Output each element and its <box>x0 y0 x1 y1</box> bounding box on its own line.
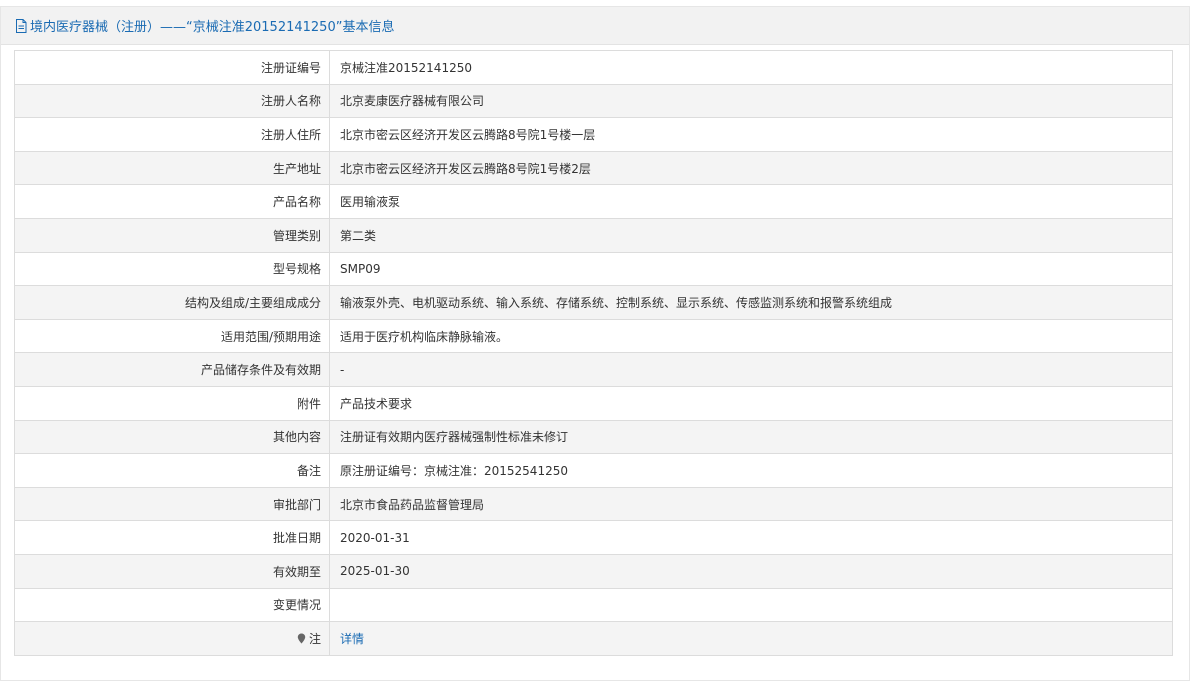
document-icon <box>15 18 27 33</box>
table-row: 注册证编号 京械注准20152141250 <box>14 50 1173 85</box>
table-row: 变更情况 <box>14 587 1173 623</box>
row-value: 输液泵外壳、电机驱动系统、输入系统、存储系统、控制系统、显示系统、传感监测系统和… <box>329 285 1173 320</box>
table-row: 备注 原注册证编号：京械注准：20152541250 <box>14 453 1173 488</box>
row-value: - <box>329 352 1173 387</box>
table-row: 附件 产品技术要求 <box>14 385 1173 421</box>
row-label: 型号规格 <box>14 251 330 287</box>
row-label: 附件 <box>14 385 330 421</box>
row-value: 注册证有效期内医疗器械强制性标准未修订 <box>329 419 1173 455</box>
panel-header: 境内医疗器械（注册）——“京械注准20152141250”基本信息 <box>1 7 1189 45</box>
row-value: 北京麦康医疗器械有限公司 <box>329 83 1173 119</box>
row-value: 产品技术要求 <box>329 385 1173 421</box>
row-label: 备注 <box>14 453 330 488</box>
row-value <box>329 587 1173 623</box>
table-row: 有效期至 2025-01-30 <box>14 553 1173 589</box>
table-row: 审批部门 北京市食品药品监督管理局 <box>14 486 1173 522</box>
table-row: 其他内容 注册证有效期内医疗器械强制性标准未修订 <box>14 419 1173 455</box>
row-label: 注册人住所 <box>14 117 330 152</box>
row-value: 医用输液泵 <box>329 184 1173 219</box>
table-row: 产品名称 医用输液泵 <box>14 184 1173 219</box>
table-row: 注册人住所 北京市密云区经济开发区云腾路8号院1号楼一层 <box>14 117 1173 152</box>
row-label: 注 <box>308 631 321 646</box>
table-row: 结构及组成/主要组成成分 输液泵外壳、电机驱动系统、输入系统、存储系统、控制系统… <box>14 285 1173 320</box>
table-row: 注 详情 <box>14 621 1173 656</box>
table-row: 注册人名称 北京麦康医疗器械有限公司 <box>14 83 1173 119</box>
row-value: 第二类 <box>329 217 1173 253</box>
row-label: 生产地址 <box>14 150 330 186</box>
row-label: 适用范围/预期用途 <box>14 318 330 354</box>
details-link[interactable]: 详情 <box>340 632 364 646</box>
row-value: 原注册证编号：京械注准：20152541250 <box>329 453 1173 488</box>
row-label: 其他内容 <box>14 419 330 455</box>
row-label: 审批部门 <box>14 486 330 522</box>
row-value: SMP09 <box>329 251 1173 287</box>
row-label: 注册证编号 <box>14 50 330 85</box>
row-value: 适用于医疗机构临床静脉输液。 <box>329 318 1173 354</box>
row-label: 管理类别 <box>14 217 330 253</box>
row-label: 产品储存条件及有效期 <box>14 352 330 387</box>
table-row: 适用范围/预期用途 适用于医疗机构临床静脉输液。 <box>14 318 1173 354</box>
pin-icon <box>297 633 306 644</box>
row-label: 有效期至 <box>14 553 330 589</box>
row-value: 2025-01-30 <box>329 553 1173 589</box>
table-row: 生产地址 北京市密云区经济开发区云腾路8号院1号楼2层 <box>14 150 1173 186</box>
table-row: 管理类别 第二类 <box>14 217 1173 253</box>
info-table: 注册证编号 京械注准20152141250 注册人名称 北京麦康医疗器械有限公司… <box>14 50 1173 656</box>
page-title: 境内医疗器械（注册）——“京械注准20152141250”基本信息 <box>30 20 395 35</box>
row-label: 产品名称 <box>14 184 330 219</box>
table-row: 型号规格 SMP09 <box>14 251 1173 287</box>
row-label: 注册人名称 <box>14 83 330 119</box>
row-value: 北京市密云区经济开发区云腾路8号院1号楼一层 <box>329 117 1173 152</box>
row-label: 结构及组成/主要组成成分 <box>14 285 330 320</box>
row-value: 京械注准20152141250 <box>329 50 1173 85</box>
row-label: 变更情况 <box>14 587 330 623</box>
row-value: 北京市食品药品监督管理局 <box>329 486 1173 522</box>
row-value: 详情 <box>329 621 1173 656</box>
table-row: 批准日期 2020-01-31 <box>14 520 1173 555</box>
row-value: 北京市密云区经济开发区云腾路8号院1号楼2层 <box>329 150 1173 186</box>
note-label-cell: 注 <box>14 621 330 656</box>
row-value: 2020-01-31 <box>329 520 1173 555</box>
row-label: 批准日期 <box>14 520 330 555</box>
table-row: 产品储存条件及有效期 - <box>14 352 1173 387</box>
